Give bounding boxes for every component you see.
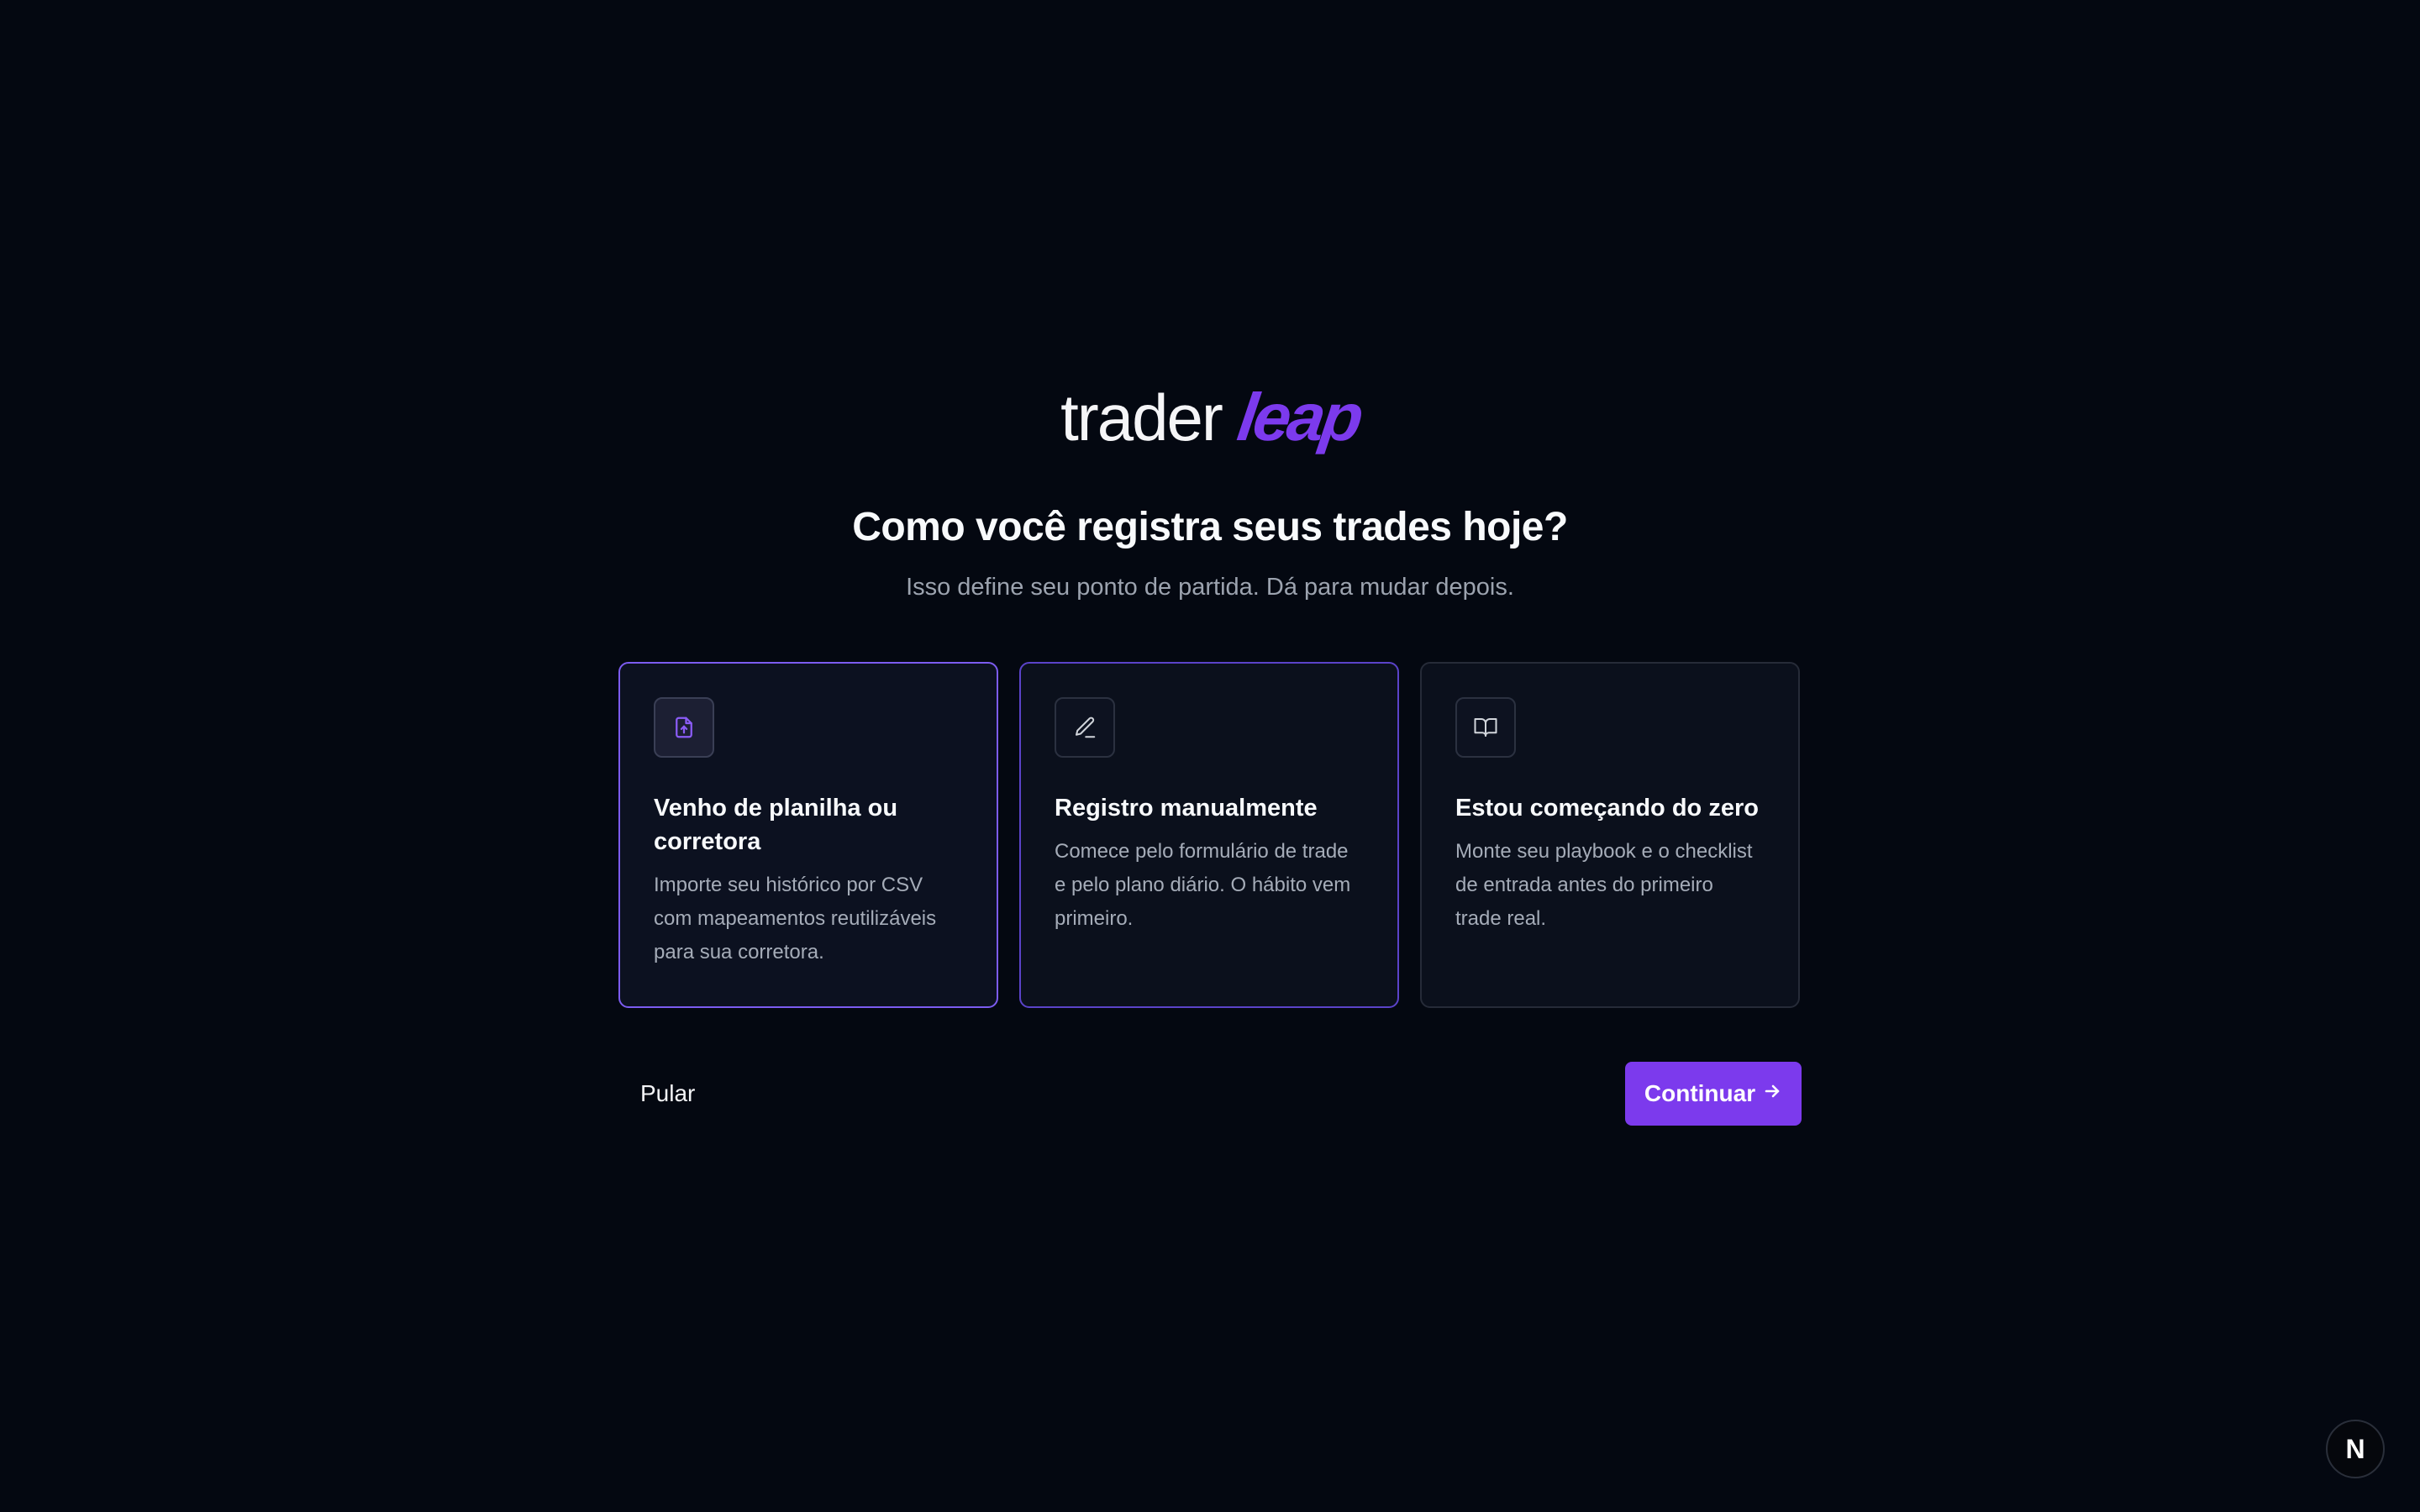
- brand-logo: trader leap: [0, 380, 2420, 455]
- continue-button[interactable]: Continuar: [1625, 1062, 1802, 1126]
- option-card-title: Venho de planilha ou corretora: [654, 795, 898, 855]
- skip-button[interactable]: Pular: [618, 1062, 717, 1126]
- book-open-icon: [1455, 697, 1516, 758]
- arrow-right-icon: [1762, 1080, 1782, 1107]
- pencil-icon: [1055, 697, 1115, 758]
- option-cards: Venho de planilha ou corretora Importe s…: [618, 662, 1802, 1008]
- option-card-from-scratch[interactable]: Estou começando do zero Monte seu playbo…: [1420, 662, 1800, 1008]
- nextjs-dev-badge[interactable]: N: [2326, 1420, 2385, 1478]
- option-card-title: Estou começando do zero: [1455, 795, 1759, 822]
- logo-text-leap: leap: [1233, 380, 1365, 454]
- page-subtitle: Isso define seu ponto de partida. Dá par…: [906, 574, 1514, 601]
- file-upload-icon: [654, 697, 714, 758]
- option-card-description: Comece pelo formulário de trade e pelo p…: [1055, 840, 1351, 930]
- option-card-spreadsheet[interactable]: Venho de planilha ou corretora Importe s…: [618, 662, 998, 1008]
- option-card-description: Importe seu histórico por CSV com mapeam…: [654, 874, 937, 963]
- option-card-title: Registro manualmente: [1055, 795, 1318, 822]
- option-card-description: Monte seu playbook e o checklist de entr…: [1455, 840, 1753, 930]
- logo-text-trader: trader: [1060, 381, 1223, 454]
- option-card-manual[interactable]: Registro manualmente Comece pelo formulá…: [1019, 662, 1399, 1008]
- onboarding-page: trader leap Como você registra seus trad…: [0, 0, 2420, 1512]
- page-title: Como você registra seus trades hoje?: [852, 505, 1568, 549]
- continue-button-label: Continuar: [1644, 1080, 1756, 1106]
